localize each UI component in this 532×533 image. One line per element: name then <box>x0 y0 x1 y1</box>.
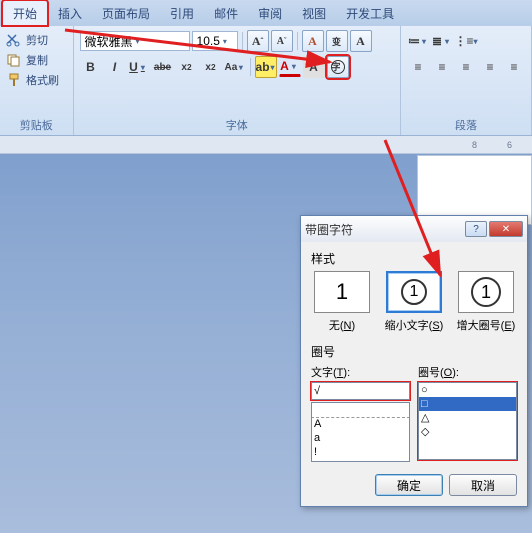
enclose-characters-button[interactable]: 字 <box>327 56 349 78</box>
list-item[interactable]: a <box>312 431 409 445</box>
style-section-label: 样式 <box>311 250 517 267</box>
cut-button[interactable]: 剪切 <box>6 30 67 50</box>
format-painter-label: 格式刷 <box>26 72 59 88</box>
clipboard-group-label: 剪贴板 <box>0 117 73 133</box>
cut-label: 剪切 <box>26 32 48 48</box>
style-preview-none: 1 <box>314 271 370 313</box>
style-preview-enlarge: 1 <box>458 271 514 313</box>
tab-view[interactable]: 视图 <box>292 1 336 26</box>
tab-developer[interactable]: 开发工具 <box>336 1 404 26</box>
text-listbox[interactable]: A a ! <box>311 402 410 462</box>
numbering-button[interactable]: ≣▾ <box>431 30 453 52</box>
shape-field-label: 圈号(O): <box>418 364 517 380</box>
brush-icon <box>6 73 22 87</box>
multilevel-button[interactable]: ⋮≡▾ <box>455 30 477 52</box>
strikethrough-button[interactable]: abe <box>152 56 174 78</box>
copy-label: 复制 <box>26 52 48 68</box>
enclosure-section-label: 圈号 <box>311 343 517 360</box>
ruler: 8 6 <box>0 136 532 154</box>
italic-button[interactable]: I <box>104 56 126 78</box>
dialog-title: 带圈字符 <box>305 221 353 238</box>
distribute-button[interactable]: ≡ <box>503 56 525 78</box>
align-center-button[interactable]: ≡ <box>431 56 453 78</box>
format-painter-button[interactable]: 格式刷 <box>6 72 67 88</box>
text-field-label: 文字(T): <box>311 364 410 380</box>
font-size-combo[interactable]: 10.5▾ <box>192 31 238 51</box>
font-group-label: 字体 <box>74 117 400 133</box>
paragraph-group-label: 段落 <box>401 117 531 133</box>
tab-review[interactable]: 审阅 <box>248 1 292 26</box>
ribbon-tabs: 开始 插入 页面布局 引用 邮件 审阅 视图 开发工具 <box>0 0 532 26</box>
list-item[interactable]: ○ <box>419 383 516 397</box>
shrink-font-button[interactable]: Aˇ <box>271 30 293 52</box>
bullets-button[interactable]: ≔▾ <box>407 30 429 52</box>
tab-home[interactable]: 开始 <box>2 0 48 26</box>
list-item[interactable]: △ <box>419 411 516 425</box>
list-item[interactable]: A <box>312 417 409 431</box>
grow-font-button[interactable]: Aˆ <box>247 30 269 52</box>
dialog-titlebar[interactable]: 带圈字符 ? ✕ <box>301 216 527 242</box>
change-case-button[interactable]: Aa▾ <box>224 56 246 78</box>
align-right-button[interactable]: ≡ <box>455 56 477 78</box>
style-option-enlarge[interactable]: 1 增大圈号(E) <box>455 271 517 333</box>
phonetic-guide-button[interactable]: 变 <box>326 30 348 52</box>
bold-button[interactable]: B <box>80 56 102 78</box>
enclose-characters-dialog: 带圈字符 ? ✕ 样式 1 无(N) 1 缩小文字(S) 1 增大圈号(E) 圈… <box>300 215 528 507</box>
group-paragraph: ≔▾ ≣▾ ⋮≡▾ ≡ ≡ ≡ ≡ ≡ 段落 <box>401 26 532 135</box>
char-shading-button[interactable]: A <box>303 56 325 78</box>
tab-mailings[interactable]: 邮件 <box>204 1 248 26</box>
tab-references[interactable]: 引用 <box>160 1 204 26</box>
style-preview-shrink: 1 <box>386 271 442 313</box>
superscript-button[interactable]: x2 <box>200 56 222 78</box>
tab-insert[interactable]: 插入 <box>48 1 92 26</box>
clear-formatting-button[interactable]: A <box>302 30 324 52</box>
align-left-button[interactable]: ≡ <box>407 56 429 78</box>
list-item[interactable] <box>312 403 409 417</box>
ruler-mark: 8 <box>472 140 477 150</box>
subscript-button[interactable]: x2 <box>176 56 198 78</box>
underline-button[interactable]: U▾ <box>128 56 150 78</box>
text-input[interactable] <box>311 382 410 400</box>
character-border-button[interactable]: A <box>350 30 372 52</box>
ribbon: 剪切 复制 格式刷 剪贴板 微软雅黑▾ 10.5▾ Aˆ Aˇ A 变 A <box>0 26 532 136</box>
highlight-button[interactable]: ab▾ <box>255 56 277 78</box>
group-clipboard: 剪切 复制 格式刷 剪贴板 <box>0 26 74 135</box>
justify-button[interactable]: ≡ <box>479 56 501 78</box>
copy-icon <box>6 53 22 67</box>
tab-page-layout[interactable]: 页面布局 <box>92 1 160 26</box>
copy-button[interactable]: 复制 <box>6 50 67 70</box>
help-button[interactable]: ? <box>465 221 487 237</box>
close-button[interactable]: ✕ <box>489 221 523 237</box>
group-font: 微软雅黑▾ 10.5▾ Aˆ Aˇ A 变 A B I U▾ abe x2 x2… <box>74 26 401 135</box>
cancel-button[interactable]: 取消 <box>449 474 517 496</box>
style-option-shrink[interactable]: 1 缩小文字(S) <box>383 271 445 333</box>
list-item[interactable]: ! <box>312 445 409 459</box>
font-name-combo[interactable]: 微软雅黑▾ <box>80 31 190 51</box>
list-item[interactable]: ◇ <box>419 425 516 439</box>
list-item[interactable]: □ <box>419 397 516 411</box>
ruler-mark: 6 <box>507 140 512 150</box>
ok-button[interactable]: 确定 <box>375 474 443 496</box>
scissors-icon <box>6 33 22 47</box>
shape-listbox[interactable]: ○ □ △ ◇ <box>418 382 517 460</box>
style-option-none[interactable]: 1 无(N) <box>311 271 373 333</box>
font-color-button[interactable]: A▾ <box>279 58 301 77</box>
